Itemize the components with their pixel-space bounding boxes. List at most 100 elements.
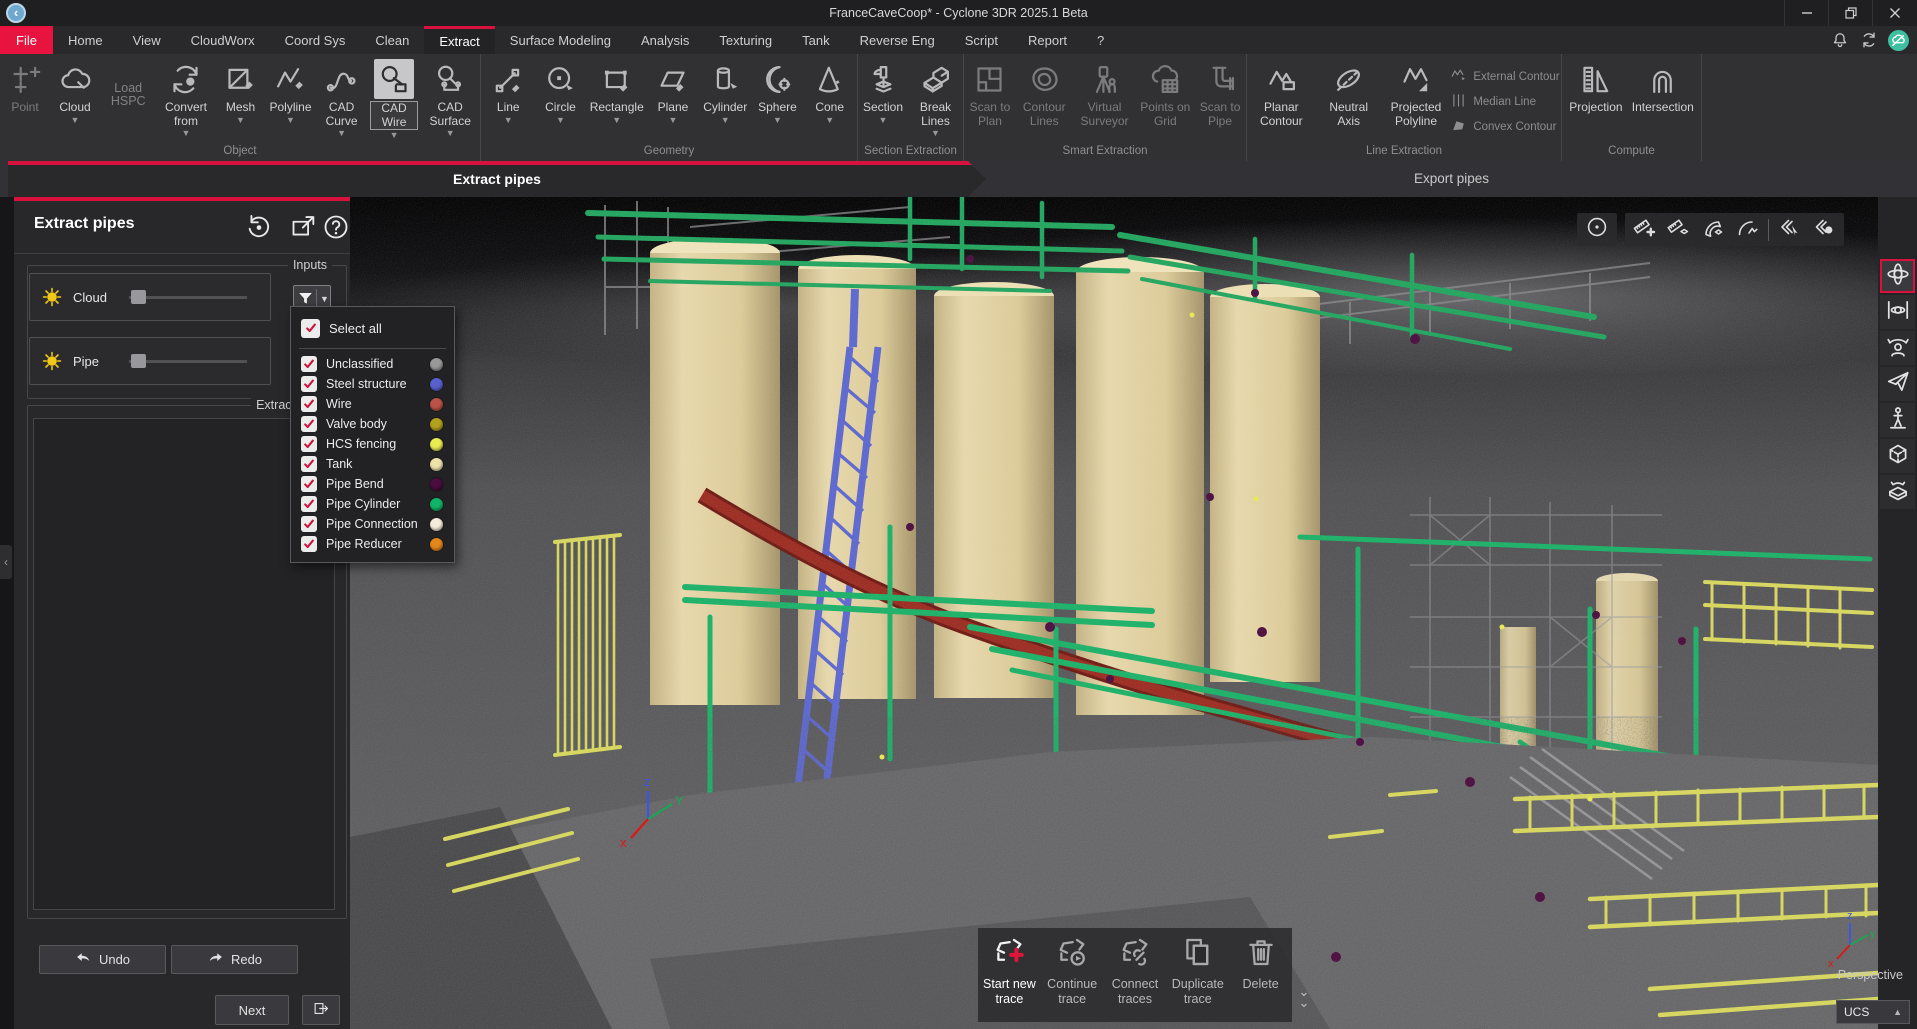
visibility-bulb-icon[interactable] xyxy=(40,349,64,373)
filter-item-tank[interactable]: Tank xyxy=(291,454,454,474)
menu-item-analysis[interactable]: Analysis xyxy=(626,26,704,54)
view-button-measure-angle[interactable] xyxy=(1698,215,1728,244)
menu-item-cloudworx[interactable]: CloudWorx xyxy=(176,26,270,54)
nav-button-fly[interactable] xyxy=(1880,367,1915,401)
checkbox-checked[interactable] xyxy=(301,319,320,338)
ribbon-button-points-on-grid[interactable]: Points on Grid xyxy=(1137,58,1195,129)
slider-handle[interactable] xyxy=(131,354,146,368)
ribbon-button-section[interactable]: Section▼ xyxy=(858,58,908,126)
filter-item-pipe-cylinder[interactable]: Pipe Cylinder xyxy=(291,494,454,514)
ribbon-button-mesh[interactable]: Mesh▼ xyxy=(216,58,266,126)
cloud-opacity-slider[interactable] xyxy=(129,290,247,304)
trace-button-start-new-trace[interactable]: Start new trace xyxy=(978,928,1041,1007)
help-icon[interactable] xyxy=(322,213,350,241)
ribbon-button-cad-surface[interactable]: CAD Surface▼ xyxy=(420,58,480,139)
menu-item-surface-modeling[interactable]: Surface Modeling xyxy=(495,26,626,54)
ribbon-button-polyline[interactable]: Polyline▼ xyxy=(266,58,316,126)
ribbon-button-plane[interactable]: Plane▼ xyxy=(648,58,698,126)
ribbon-button-cloud[interactable]: Cloud▼ xyxy=(50,58,100,126)
menu-item-texturing[interactable]: Texturing xyxy=(704,26,787,54)
ribbon-button-point[interactable]: Point xyxy=(0,58,50,116)
filter-item-unclassified[interactable]: Unclassified xyxy=(291,354,454,374)
ribbon-button-median-line[interactable]: Median Line xyxy=(1450,91,1559,113)
ribbon-button-cad-wire[interactable]: CAD Wire▼ xyxy=(368,58,421,141)
filter-item-hcs-fencing[interactable]: HCS fencing xyxy=(291,434,454,454)
restore-button[interactable] xyxy=(1828,0,1873,26)
ribbon-button-contour-lines[interactable]: Contour Lines xyxy=(1016,58,1073,129)
nav-button-view-cube[interactable] xyxy=(1880,439,1915,473)
view-button-measure-angle-poly[interactable] xyxy=(1732,215,1762,244)
checkbox-checked[interactable] xyxy=(301,476,317,492)
filter-item-valve-body[interactable]: Valve body xyxy=(291,414,454,434)
detach-icon[interactable] xyxy=(290,213,318,241)
menu-item-report[interactable]: Report xyxy=(1013,26,1082,54)
checkbox-checked[interactable] xyxy=(301,356,317,372)
point-cloud-viewport[interactable]: z Y x z y x xyxy=(350,197,1878,1029)
panel-collapse-handle[interactable]: ‹ xyxy=(0,545,12,579)
ribbon-button-load-hspc[interactable]: Load HSPC xyxy=(100,58,156,130)
checkbox-checked[interactable] xyxy=(301,376,317,392)
ribbon-button-cone[interactable]: Cone▼ xyxy=(805,58,855,126)
nav-button-orbit[interactable] xyxy=(1880,259,1915,293)
cloud-offline-icon[interactable] xyxy=(1888,30,1909,51)
bell-icon[interactable] xyxy=(1830,30,1850,50)
trace-button-duplicate-trace[interactable]: Duplicate trace xyxy=(1166,928,1229,1007)
checkbox-checked[interactable] xyxy=(301,456,317,472)
view-button-measure-add[interactable] xyxy=(1630,215,1660,244)
checkbox-checked[interactable] xyxy=(301,416,317,432)
checkbox-checked[interactable] xyxy=(301,516,317,532)
next-button[interactable]: Next xyxy=(215,995,289,1025)
menu-item-clean[interactable]: Clean xyxy=(360,26,424,54)
filter-item-wire[interactable]: Wire xyxy=(291,394,454,414)
nav-button-orbit-constrained[interactable] xyxy=(1880,295,1915,329)
ribbon-button-external-contour[interactable]: External Contour xyxy=(1450,66,1559,88)
ribbon-button-convex-contour[interactable]: Convex Contour xyxy=(1450,116,1559,138)
filter-item-pipe-reducer[interactable]: Pipe Reducer xyxy=(291,534,454,554)
view-button-measure-distance[interactable] xyxy=(1664,215,1694,244)
ribbon-button-rectangle[interactable]: Rectangle▼ xyxy=(588,58,646,126)
checkbox-checked[interactable] xyxy=(301,536,317,552)
menu-item-file[interactable]: File xyxy=(0,26,53,54)
menu-item-home[interactable]: Home xyxy=(53,26,118,54)
checkbox-checked[interactable] xyxy=(301,396,317,412)
view-button-label-ball[interactable] xyxy=(1809,215,1839,244)
nav-button-box-align[interactable] xyxy=(1880,475,1915,509)
slider-handle[interactable] xyxy=(131,290,146,304)
ribbon-button-line[interactable]: Line▼ xyxy=(483,58,533,126)
redo-button[interactable]: Redo xyxy=(171,945,298,974)
ribbon-button-virtual-surveyor[interactable]: Virtual Surveyor xyxy=(1073,58,1137,129)
view-button-center-target[interactable] xyxy=(1582,215,1612,244)
projection-mode-label[interactable]: Perspective xyxy=(1838,968,1903,982)
ribbon-button-planar-contour[interactable]: Planar Contour xyxy=(1248,58,1314,129)
ribbon-button-convert-from[interactable]: Convert from▼ xyxy=(156,58,215,139)
step-extract-pipes[interactable]: Extract pipes xyxy=(8,161,986,197)
ribbon-button-cylinder[interactable]: Cylinder▼ xyxy=(700,58,750,126)
ribbon-button-scan-to-pipe[interactable]: Scan to Pipe xyxy=(1194,58,1246,129)
ucs-selector[interactable]: UCS ▲ xyxy=(1836,1000,1910,1024)
trace-button-continue-trace[interactable]: Continue trace xyxy=(1041,928,1104,1007)
filter-item-select-all[interactable]: Select all xyxy=(291,313,454,343)
nav-button-examine[interactable] xyxy=(1880,331,1915,365)
ribbon-button-cad-curve[interactable]: CAD Curve▼ xyxy=(316,58,368,139)
menu-item-view[interactable]: View xyxy=(118,26,176,54)
menu-item-script[interactable]: Script xyxy=(950,26,1013,54)
view-button-label-select[interactable] xyxy=(1775,215,1805,244)
menu-item-reverse-eng[interactable]: Reverse Eng xyxy=(845,26,950,54)
filter-item-pipe-bend[interactable]: Pipe Bend xyxy=(291,474,454,494)
ribbon-button-projection[interactable]: Projection xyxy=(1567,58,1624,116)
ribbon-button-intersection[interactable]: Intersection xyxy=(1630,58,1696,116)
trace-toolbar-collapse-icon[interactable]: ⌄⌄ xyxy=(1294,986,1314,1020)
ribbon-button-neutral-axis[interactable]: Neutral Axis xyxy=(1316,58,1382,129)
minimize-button[interactable] xyxy=(1784,0,1829,26)
trace-button-delete[interactable]: Delete xyxy=(1229,928,1292,992)
step-export-pipes[interactable]: Export pipes xyxy=(986,161,1917,197)
menu-item-tank[interactable]: Tank xyxy=(787,26,844,54)
ribbon-button-sphere[interactable]: Sphere▼ xyxy=(752,58,802,126)
checkbox-checked[interactable] xyxy=(301,436,317,452)
nav-button-walk[interactable] xyxy=(1880,403,1915,437)
visibility-bulb-icon[interactable] xyxy=(40,285,64,309)
ribbon-button-scan-to-plan[interactable]: Scan to Plan xyxy=(964,58,1016,129)
menu-item-coord-sys[interactable]: Coord Sys xyxy=(270,26,361,54)
ribbon-button-circle[interactable]: Circle▼ xyxy=(535,58,585,126)
close-button[interactable] xyxy=(1872,0,1917,26)
